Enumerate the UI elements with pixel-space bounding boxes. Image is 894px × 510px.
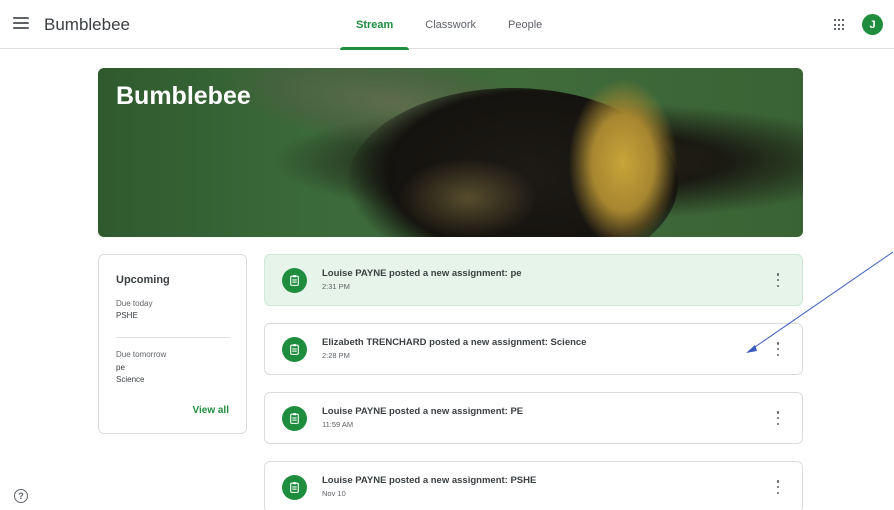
assignment-icon: [282, 337, 307, 362]
post-title: Louise PAYNE posted a new assignment: PS…: [322, 475, 537, 486]
upcoming-card: Upcoming Due today PSHE Due tomorrow pe …: [98, 254, 247, 434]
class-banner: Bumblebee: [98, 68, 803, 237]
upcoming-divider: [116, 337, 230, 338]
assignment-icon: [282, 268, 307, 293]
post-title: Elizabeth TRENCHARD posted a new assignm…: [322, 337, 587, 348]
due-tomorrow-item[interactable]: Science: [116, 375, 144, 384]
app-title[interactable]: Bumblebee: [44, 15, 130, 35]
due-tomorrow-label: Due tomorrow: [116, 350, 167, 359]
tab-classwork[interactable]: Classwork: [409, 0, 492, 49]
tab-bar: Stream Classwork People: [340, 0, 558, 50]
assignment-icon: [282, 406, 307, 431]
post-time: 2:31 PM: [322, 282, 350, 291]
view-all-link[interactable]: View all: [192, 405, 229, 416]
post-time: Nov 10: [322, 489, 346, 498]
due-tomorrow-item[interactable]: pe: [116, 363, 125, 372]
tab-people[interactable]: People: [492, 0, 558, 49]
help-icon[interactable]: ?: [14, 489, 28, 503]
stream-post[interactable]: Louise PAYNE posted a new assignment: PS…: [264, 461, 803, 510]
more-options-icon[interactable]: [776, 342, 780, 356]
top-app-bar: Bumblebee Stream Classwork People J: [0, 0, 894, 50]
upcoming-title: Upcoming: [116, 274, 170, 286]
stream-post[interactable]: Louise PAYNE posted a new assignment: pe…: [264, 254, 803, 306]
assignment-icon: [282, 475, 307, 500]
due-today-label: Due today: [116, 299, 153, 308]
google-apps-icon[interactable]: [834, 19, 846, 31]
banner-image-stripe: [568, 78, 678, 237]
stream-post[interactable]: Elizabeth TRENCHARD posted a new assignm…: [264, 323, 803, 375]
post-time: 11:59 AM: [322, 420, 354, 429]
post-time: 2:28 PM: [322, 351, 350, 360]
post-title: Louise PAYNE posted a new assignment: pe: [322, 268, 522, 279]
more-options-icon[interactable]: [776, 273, 780, 287]
tab-stream[interactable]: Stream: [340, 0, 410, 50]
avatar[interactable]: J: [862, 14, 883, 35]
banner-image-fuzz: [398, 158, 538, 237]
menu-icon[interactable]: [13, 17, 29, 31]
banner-title: Bumblebee: [116, 82, 251, 110]
due-today-item[interactable]: PSHE: [116, 311, 138, 320]
stream-post[interactable]: Louise PAYNE posted a new assignment: PE…: [264, 392, 803, 444]
post-title: Louise PAYNE posted a new assignment: PE: [322, 406, 524, 417]
more-options-icon[interactable]: [776, 411, 780, 425]
more-options-icon[interactable]: [776, 480, 780, 494]
